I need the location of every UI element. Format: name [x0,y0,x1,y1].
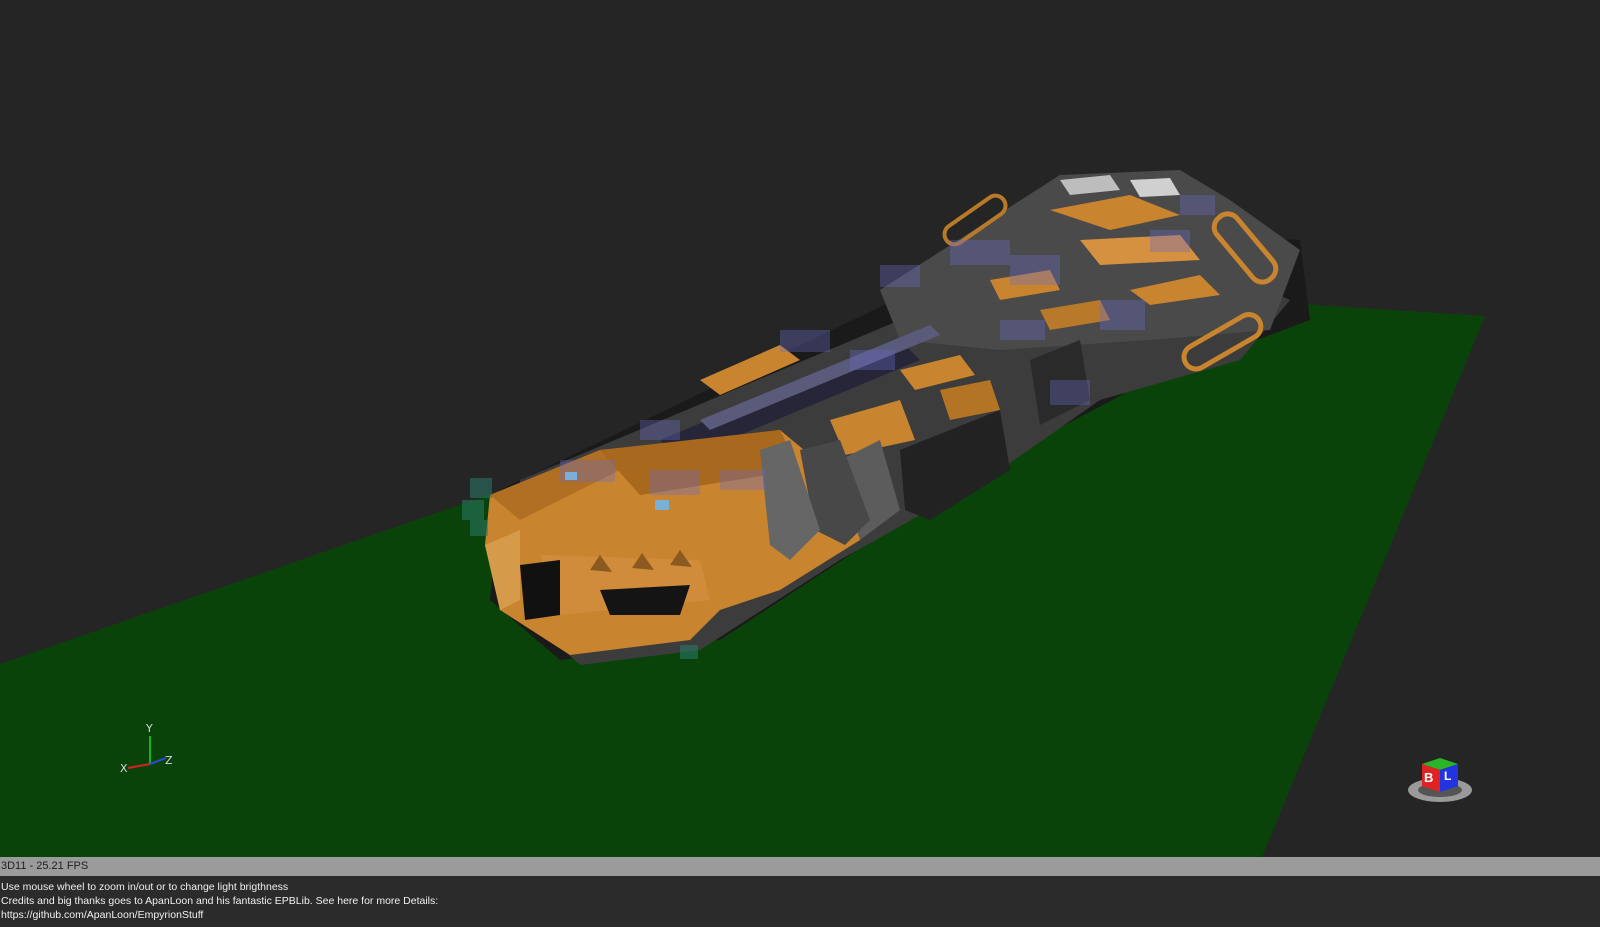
axis-y-label: Y [146,722,153,735]
view-cube-front-label: B [1424,770,1434,785]
axis-gizmo: Y X Z [112,722,182,782]
axis-z-label: Z [165,754,173,767]
scene-canvas[interactable] [0,0,1600,857]
credits-text: Credits and big thanks goes to ApanLoon … [1,895,439,907]
view-cube-side-label: L [1444,769,1452,783]
axis-x-label: X [120,762,128,775]
fps-readout: 3D11 - 25.21 FPS [1,860,89,872]
info-panel: Use mouse wheel to zoom in/out or to cha… [0,876,1600,927]
github-link[interactable]: https://github.com/ApanLoon/EmpyrionStuf… [1,909,203,921]
view-cube[interactable]: B L [1402,748,1482,810]
3d-viewport[interactable]: Y X Z B L [0,0,1600,857]
status-bar: 3D11 - 25.21 FPS [0,857,1600,876]
zoom-hint-text: Use mouse wheel to zoom in/out or to cha… [1,881,289,893]
